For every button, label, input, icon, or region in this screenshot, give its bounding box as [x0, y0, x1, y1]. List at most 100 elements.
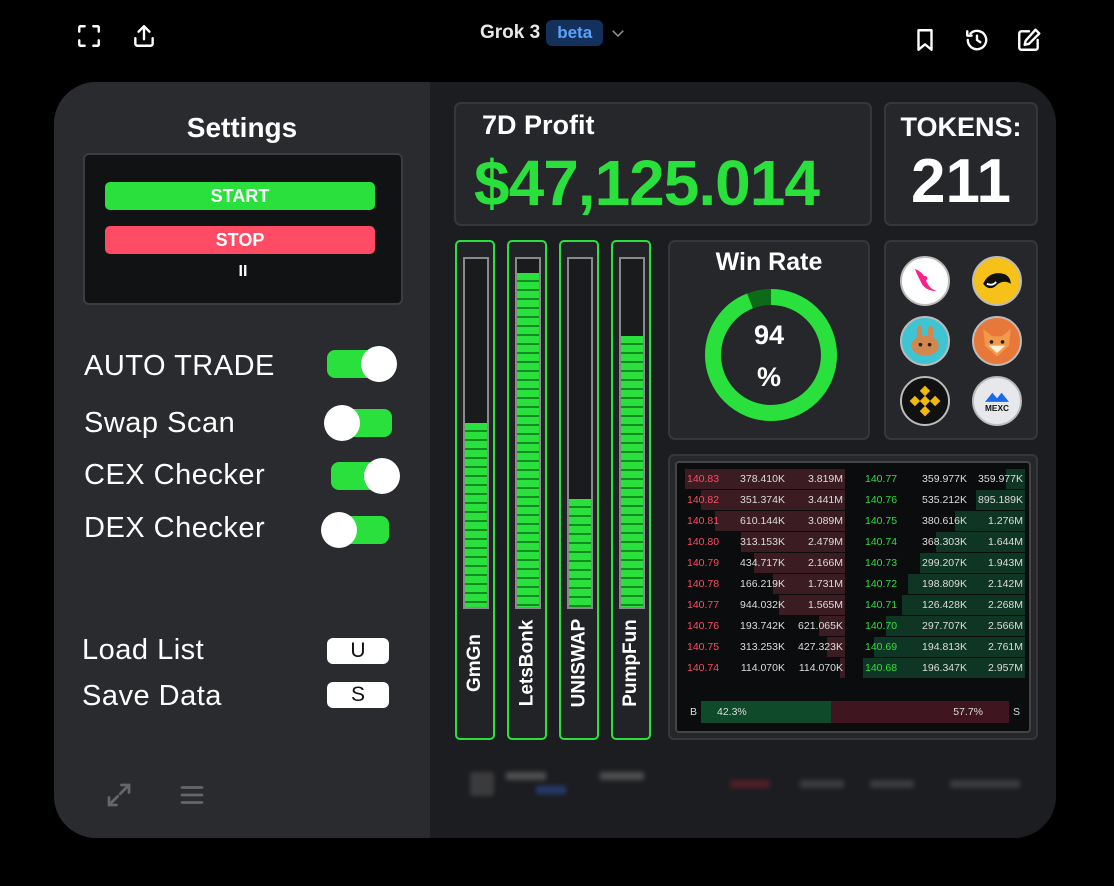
orca-icon[interactable]: [972, 256, 1022, 306]
ask-row: 140.80 313.153K 2.479M: [685, 532, 845, 552]
shiba-icon[interactable]: [972, 316, 1022, 366]
save-data-label: Save Data: [82, 680, 222, 712]
cex-checker-label: CEX Checker: [84, 459, 266, 491]
bid-size: 297.707K: [922, 620, 967, 632]
bid-price: 140.70: [865, 620, 898, 632]
bid-total: 1.276M: [987, 515, 1023, 527]
ask-size: 610.144K: [740, 515, 785, 527]
ask-size: 193.742K: [740, 620, 785, 632]
win-rate-value: 94%: [753, 320, 785, 392]
bid-size: 368.303K: [922, 536, 967, 548]
platform-bar-gmgn: GmGn: [455, 240, 495, 740]
bid-total: 2.566M: [987, 620, 1023, 632]
platform-label: LetsBonk: [516, 619, 538, 707]
bid-price: 140.72: [865, 578, 898, 590]
platform-bar-uniswap: UNISWAP: [559, 240, 599, 740]
auto-trade-label: AUTO TRADE: [84, 350, 275, 382]
toggle-knob: [324, 405, 360, 441]
cex-checker-toggle[interactable]: [331, 458, 400, 494]
bid-price: 140.74: [865, 536, 898, 548]
trading-dashboard-panel: Settings START STOP II AUTO TRADE Swap S…: [54, 82, 1056, 838]
ask-row: 140.76 193.742K 621.065K: [685, 616, 845, 636]
ask-price: 140.75: [687, 641, 720, 653]
platform-label: GmGn: [464, 633, 485, 693]
profit-value: $47,125.014: [474, 147, 820, 219]
bid-total: 359.977K: [978, 473, 1023, 485]
edit-icon[interactable]: [1015, 26, 1043, 54]
load-list-key[interactable]: U: [327, 638, 389, 664]
win-rate-title: Win Rate: [715, 248, 823, 276]
ask-size: 378.410K: [740, 473, 785, 485]
bid-size: 535.212K: [922, 494, 967, 506]
model-selector[interactable]: Grok 3 beta: [480, 20, 627, 46]
bid-total: 1.644M: [987, 536, 1023, 548]
binance-icon[interactable]: [900, 376, 950, 426]
ask-total: 2.479M: [807, 536, 843, 548]
stop-button[interactable]: STOP: [105, 226, 375, 254]
ask-total: 2.166M: [807, 557, 843, 569]
share-icon[interactable]: [130, 22, 158, 50]
fullscreen-icon[interactable]: [75, 22, 103, 50]
ask-total: 1.731M: [807, 578, 843, 590]
bookmark-icon[interactable]: [911, 26, 939, 54]
bid-total: 2.142M: [987, 578, 1023, 590]
bid-row: 140.75 380.616K 1.276M: [863, 511, 1025, 531]
auto-trade-toggle[interactable]: [327, 346, 397, 382]
ask-price: 140.83: [687, 473, 720, 485]
menu-icon[interactable]: [177, 780, 207, 810]
swap-scan-toggle[interactable]: [324, 405, 392, 441]
bid-price: 140.68: [865, 662, 898, 674]
bid-price: 140.75: [865, 515, 898, 527]
history-icon[interactable]: [963, 26, 991, 54]
dex-checker-toggle[interactable]: [321, 512, 389, 548]
save-data-key[interactable]: S: [327, 682, 389, 708]
expand-icon[interactable]: [104, 780, 134, 810]
bid-row: 140.77 359.977K 359.977K: [863, 469, 1025, 489]
ask-size: 313.153K: [740, 536, 785, 548]
chevron-down-icon: [612, 30, 624, 38]
pancakeswap-icon[interactable]: [900, 316, 950, 366]
order-book-card: B 42.3% 57.7% S 140.83 378.410K 3.819M 140.…: [668, 454, 1038, 740]
bid-row: 140.73 299.207K 1.943M: [863, 553, 1025, 573]
bid-row: 140.74 368.303K 1.644M: [863, 532, 1025, 552]
settings-title: Settings: [186, 112, 298, 143]
ask-total: 3.089M: [807, 515, 843, 527]
pause-button[interactable]: II: [85, 263, 401, 281]
ask-total: 427.323K: [798, 641, 843, 653]
top-bar: Grok 3 beta: [0, 0, 1114, 76]
profit-card: 7D Profit $47,125.014: [454, 102, 872, 226]
bid-price: 140.69: [865, 641, 898, 653]
ask-size: 944.032K: [740, 599, 785, 611]
platform-bar-pumpfun: PumpFun: [611, 240, 651, 740]
mexc-icon[interactable]: MEXC: [972, 376, 1022, 426]
beta-badge: beta: [546, 20, 604, 46]
ask-price: 140.80: [687, 536, 720, 548]
ask-price: 140.82: [687, 494, 720, 506]
bid-row: 140.76 535.212K 895.189K: [863, 490, 1025, 510]
ask-price: 140.77: [687, 599, 720, 611]
bid-row: 140.69 194.813K 2.761M: [863, 637, 1025, 657]
level-track: [619, 257, 645, 609]
ask-row: 140.83 378.410K 3.819M: [685, 469, 845, 489]
toggle-knob: [361, 346, 397, 382]
ask-total: 3.819M: [807, 473, 843, 485]
ask-row: 140.82 351.374K 3.441M: [685, 490, 845, 510]
ask-size: 351.374K: [740, 494, 785, 506]
ask-total: 1.565M: [807, 599, 843, 611]
uniswap-icon[interactable]: [900, 256, 950, 306]
load-list-label: Load List: [82, 634, 205, 666]
svg-text:MEXC: MEXC: [985, 404, 1009, 413]
sell-label: S: [1012, 706, 1020, 718]
platform-label: PumpFun: [620, 619, 642, 707]
win-rate-card: Win Rate 94%: [668, 240, 870, 440]
start-button[interactable]: START: [105, 182, 375, 210]
bid-price: 140.73: [865, 557, 898, 569]
platform-label: UNISWAP: [568, 618, 589, 708]
level-fill: [621, 335, 643, 607]
platform-bar-letsbonk: LetsBonk: [507, 240, 547, 740]
ask-price: 140.81: [687, 515, 720, 527]
order-book: B 42.3% 57.7% S 140.83 378.410K 3.819M 140.…: [675, 461, 1031, 733]
bid-total: 1.943M: [987, 557, 1023, 569]
ask-price: 140.74: [687, 662, 720, 674]
swap-scan-label: Swap Scan: [84, 407, 236, 439]
